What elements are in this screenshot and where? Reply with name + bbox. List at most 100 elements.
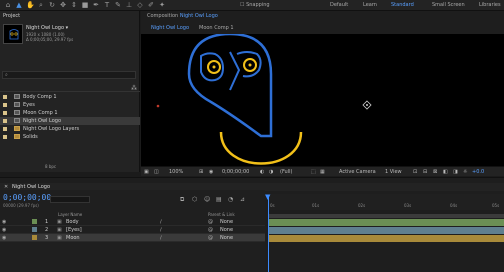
layer-label-color[interactable] — [32, 235, 37, 240]
type-tool-icon[interactable]: T — [103, 1, 111, 9]
layer-name-column[interactable]: Layer Name — [58, 212, 82, 217]
project-tab[interactable]: Project — [3, 13, 20, 19]
hand-tool-icon[interactable]: ✋ — [26, 1, 35, 9]
project-column-header: ⁂ — [0, 85, 140, 92]
tab-moon-comp[interactable]: Moon Comp 1 — [199, 25, 234, 31]
shape-tool-icon[interactable]: ■ — [81, 1, 89, 9]
transparency-grid-icon[interactable]: ▦ — [320, 169, 325, 175]
layer-duration-bar[interactable] — [268, 235, 504, 242]
snapshot-icon[interactable]: ◐ — [260, 169, 264, 175]
exposure-icon[interactable]: ☼ — [463, 169, 467, 175]
workspace-default[interactable]: Default — [330, 2, 348, 8]
workspace-libraries[interactable]: Libraries — [479, 2, 501, 8]
layer-handle[interactable] — [156, 104, 160, 108]
parent-dropdown[interactable]: None — [220, 219, 233, 225]
visibility-eye-icon[interactable]: ◉ — [2, 219, 6, 225]
active-camera-dropdown[interactable]: Active Camera — [339, 169, 376, 175]
memory-icon[interactable]: ◫ — [154, 169, 159, 175]
zoom-dropdown[interactable]: 100% — [169, 169, 183, 175]
layer-name[interactable]: Moon — [66, 235, 80, 241]
color-channel-icon[interactable]: ◑ — [269, 169, 273, 175]
precomp-icon: ▣ — [57, 235, 62, 241]
comp-name[interactable]: Night Owl Logo ▾ — [26, 25, 68, 31]
composition-viewer[interactable] — [141, 34, 504, 166]
home-icon[interactable]: ⌂ — [4, 1, 12, 9]
workspace-small-screen[interactable]: Small Screen — [432, 2, 465, 8]
pan-tool-icon[interactable]: ✥ — [59, 1, 67, 9]
layer-duration-bar[interactable] — [268, 219, 504, 226]
layer-name[interactable]: [Eyes] — [66, 227, 82, 233]
snapping-checkbox[interactable]: ☐ Snapping — [240, 2, 270, 8]
collapse-switch-icon[interactable]: ∕ — [160, 235, 162, 241]
selection-tool-icon[interactable]: ▲ — [15, 1, 23, 9]
layer-label-color[interactable] — [32, 227, 37, 232]
project-item-solids-folder[interactable]: Solids — [0, 133, 140, 141]
parent-link-column[interactable]: Parent & Link — [208, 212, 235, 217]
project-item-body-comp[interactable]: Body Comp 1 — [0, 93, 140, 101]
layer-duration-bar[interactable] — [268, 227, 504, 234]
graph-editor-icon[interactable]: ⊿ — [240, 196, 245, 203]
layer-row[interactable]: ◉ 1 ▣ Body ∕ @ None — [0, 218, 265, 226]
pickwhip-icon[interactable]: @ — [208, 235, 213, 241]
grid-icon[interactable]: ⊞ — [199, 169, 203, 175]
visibility-eye-icon[interactable]: ◉ — [2, 235, 6, 241]
label-swatch — [3, 111, 7, 115]
current-time-display[interactable]: 0;00;00;00 — [222, 169, 249, 175]
bit-depth-label[interactable]: 8 bpc — [45, 164, 56, 169]
project-item-night-owl-logo[interactable]: Night Owl Logo — [0, 117, 140, 125]
workspace-standard[interactable]: Standard — [391, 2, 414, 8]
stamp-tool-icon[interactable]: ⊥ — [125, 1, 133, 9]
draft-3d-icon[interactable]: ⬡ — [192, 196, 197, 203]
project-item-layers-folder[interactable]: Night Owl Logo Layers — [0, 125, 140, 133]
visibility-eye-icon[interactable]: ◉ — [2, 227, 6, 233]
timeline-timecode[interactable]: 0;00;00;00 — [3, 193, 51, 202]
roi-icon[interactable]: ⬚ — [311, 169, 316, 175]
camera-icon[interactable]: ◉ — [209, 169, 213, 175]
layer-row[interactable]: ◉ 3 ▣ Moon ∕ @ None — [0, 234, 265, 242]
pen-tool-icon[interactable]: ✒ — [92, 1, 100, 9]
render-icon[interactable]: ▣ — [144, 169, 149, 175]
workspace-learn[interactable]: Learn — [363, 2, 377, 8]
puppet-tool-icon[interactable]: ✦ — [158, 1, 166, 9]
pickwhip-icon[interactable]: @ — [208, 227, 213, 233]
comp-flowchart-icon[interactable]: ⧉ — [180, 196, 184, 204]
toggle-icon-1[interactable]: ⊡ — [413, 169, 417, 175]
parent-dropdown[interactable]: None — [220, 235, 233, 241]
project-item-moon-comp[interactable]: Moon Comp 1 — [0, 109, 140, 117]
orbit-tool-icon[interactable]: ↻ — [48, 1, 56, 9]
parent-dropdown[interactable]: None — [220, 227, 233, 233]
playhead-handle-icon[interactable]: ▼ — [265, 193, 270, 201]
exposure-value[interactable]: +0.0 — [472, 169, 484, 175]
dolly-tool-icon[interactable]: ⇕ — [70, 1, 78, 9]
project-item-eyes[interactable]: Eyes — [0, 101, 140, 109]
collapse-switch-icon[interactable]: ∕ — [160, 227, 162, 233]
tab-night-owl-logo[interactable]: Night Owl Logo — [151, 25, 189, 31]
timeline-search-input[interactable] — [50, 196, 90, 203]
layer-label-color[interactable] — [32, 219, 37, 224]
layer-row[interactable]: ◉ 2 ▣ [Eyes] ∕ @ None — [0, 226, 265, 234]
layer-name[interactable]: Body — [66, 219, 79, 225]
collapse-switch-icon[interactable]: ∕ — [160, 219, 162, 225]
zoom-tool-icon[interactable]: ⌕ — [37, 1, 45, 9]
shy-icon[interactable]: ☺ — [204, 196, 210, 203]
project-search-input[interactable]: ⌕ — [2, 71, 136, 79]
views-dropdown[interactable]: 1 View — [385, 169, 402, 175]
roto-tool-icon[interactable]: ✐ — [147, 1, 155, 9]
brush-tool-icon[interactable]: ✎ — [114, 1, 122, 9]
toggle-icon-2[interactable]: ⊟ — [423, 169, 427, 175]
time-ruler[interactable] — [268, 194, 504, 210]
resolution-dropdown[interactable]: (Full) — [280, 169, 292, 175]
eraser-tool-icon[interactable]: ◇ — [136, 1, 144, 9]
toggle-icon-3[interactable]: ⊠ — [433, 169, 437, 175]
flowchart-icon[interactable]: ⁂ — [131, 85, 137, 92]
owl-head-outline — [187, 34, 273, 138]
frame-blend-icon[interactable]: ▤ — [216, 196, 222, 203]
pickwhip-icon[interactable]: @ — [208, 219, 213, 225]
toggle-icon-4[interactable]: ◧ — [443, 169, 448, 175]
playhead[interactable] — [268, 196, 269, 272]
work-area-bar[interactable] — [268, 214, 504, 218]
label-swatch — [3, 95, 7, 99]
toggle-icon-5[interactable]: ◨ — [453, 169, 458, 175]
motion-blur-icon[interactable]: ◔ — [228, 196, 233, 203]
anchor-point-icon[interactable] — [362, 100, 372, 110]
